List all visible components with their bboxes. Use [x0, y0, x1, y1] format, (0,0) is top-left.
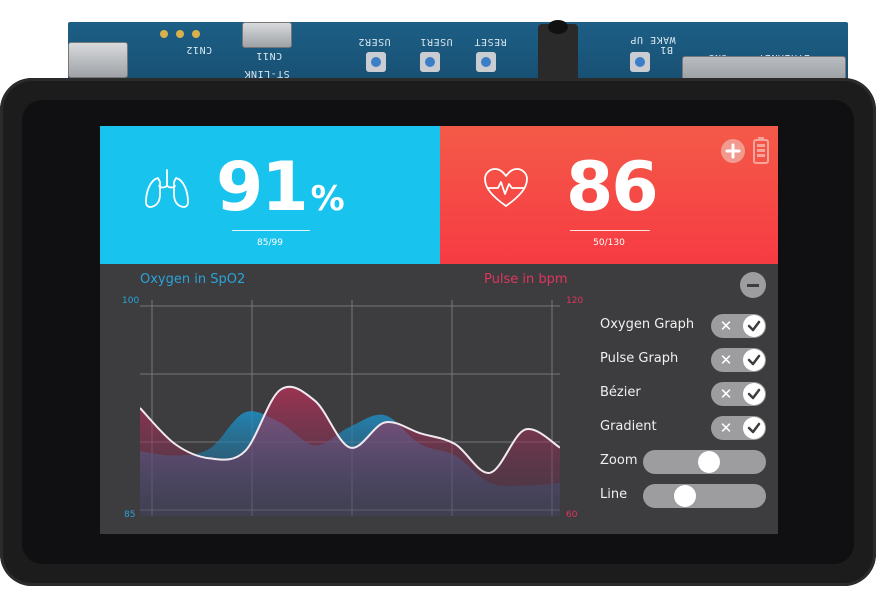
check-knob — [743, 417, 765, 439]
oxygen-tile: 91% 85/99 — [100, 126, 440, 264]
oxygen-chart-title: Oxygen in SpO2 — [140, 272, 246, 287]
oxygen-range: 85/99 — [257, 238, 283, 248]
board-label: B1 — [660, 44, 674, 55]
collapse-button[interactable] — [740, 272, 766, 298]
close-icon: ✕ — [719, 351, 733, 369]
line-label: Line — [600, 487, 628, 502]
pulse-graph-control: Pulse Graph ✕ — [600, 346, 770, 374]
close-icon: ✕ — [719, 385, 733, 403]
bezier-control: Bézier ✕ — [600, 380, 770, 408]
check-knob — [743, 349, 765, 371]
check-icon — [747, 320, 761, 332]
zoom-label: Zoom — [600, 453, 638, 468]
line-slider[interactable] — [643, 484, 766, 508]
user2-button — [366, 52, 386, 72]
zoom-slider-knob[interactable] — [698, 451, 721, 473]
chart-series — [140, 385, 560, 516]
pulse-graph-toggle[interactable]: ✕ — [711, 348, 766, 372]
check-knob — [743, 315, 765, 337]
check-knob — [743, 383, 765, 405]
board-label: USER2 — [358, 36, 391, 47]
board-label: CN11 — [256, 50, 283, 61]
pulse-divider — [570, 230, 650, 231]
oxygen-graph-label: Oxygen Graph — [600, 317, 695, 332]
oxygen-unit: % — [310, 179, 345, 219]
left-axis-bottom-label: 85 — [124, 510, 136, 520]
battery-icon — [753, 137, 769, 164]
pulse-chart-title: Pulse in bpm — [484, 272, 568, 287]
check-icon — [747, 422, 761, 434]
line-slider-knob[interactable] — [673, 485, 696, 507]
chart-panel: Oxygen in SpO2 Pulse in bpm 100 85 120 6… — [100, 264, 778, 534]
solder-pad — [176, 30, 184, 38]
oxygen-graph-toggle[interactable]: ✕ — [711, 314, 766, 338]
pulse-tile: 86 50/130 — [440, 126, 778, 264]
oxygen-value: 91 — [216, 148, 309, 227]
check-icon — [747, 354, 761, 366]
oxygen-value-row: 91% — [216, 148, 345, 239]
user1-button — [420, 52, 440, 72]
gradient-label: Gradient — [600, 419, 657, 434]
solder-pad — [192, 30, 200, 38]
board-label: USER1 — [420, 36, 453, 47]
pulse-value: 86 — [566, 148, 659, 227]
board-label: RESET — [474, 36, 507, 47]
check-icon — [747, 388, 761, 400]
wakeup-button — [630, 52, 650, 72]
pulse-area — [140, 386, 560, 516]
heart-pulse-icon — [484, 168, 528, 207]
zoom-slider[interactable] — [643, 450, 766, 474]
right-axis-top-label: 120 — [566, 296, 584, 306]
close-icon: ✕ — [719, 419, 733, 437]
oxygen-graph-control: Oxygen Graph ✕ — [600, 312, 770, 340]
screen: 91% 85/99 86 50/130 Oxygen in SpO2 Pulse… — [100, 126, 778, 534]
vitals-chart — [140, 300, 560, 516]
line-control: Line — [600, 482, 770, 510]
micro-usb-port — [242, 22, 292, 48]
reset-button — [476, 52, 496, 72]
add-icon[interactable] — [720, 138, 746, 164]
pulse-range: 50/130 — [593, 238, 625, 248]
oxygen-divider — [232, 230, 310, 231]
zoom-control: Zoom — [600, 448, 770, 476]
gradient-control: Gradient ✕ — [600, 414, 770, 442]
solder-pad — [160, 30, 168, 38]
board-label: CN12 — [186, 44, 213, 55]
right-axis-bottom-label: 60 — [566, 510, 578, 520]
close-icon: ✕ — [719, 317, 733, 335]
gradient-toggle[interactable]: ✕ — [711, 416, 766, 440]
left-axis-top-label: 100 — [122, 296, 140, 306]
bezier-label: Bézier — [600, 385, 641, 400]
lungs-icon — [145, 169, 189, 208]
pulse-graph-label: Pulse Graph — [600, 351, 679, 366]
bezier-toggle[interactable]: ✕ — [711, 382, 766, 406]
usb-port — [68, 42, 128, 78]
